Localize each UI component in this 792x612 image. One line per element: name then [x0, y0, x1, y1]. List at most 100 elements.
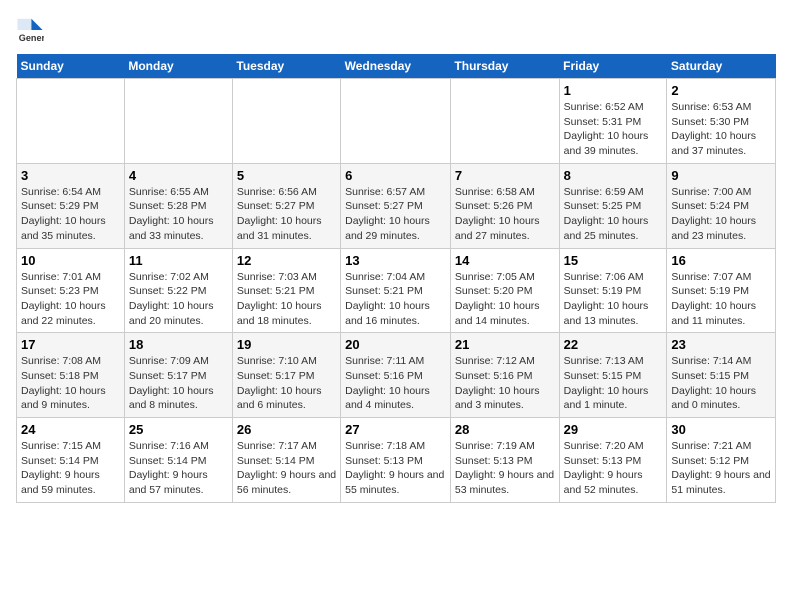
day-info: Sunrise: 7:15 AM Sunset: 5:14 PM Dayligh… — [21, 439, 120, 498]
day-info: Sunrise: 7:02 AM Sunset: 5:22 PM Dayligh… — [129, 270, 228, 329]
day-number: 11 — [129, 253, 228, 268]
day-number: 18 — [129, 337, 228, 352]
day-info: Sunrise: 7:06 AM Sunset: 5:19 PM Dayligh… — [564, 270, 663, 329]
day-number: 21 — [455, 337, 555, 352]
day-number: 22 — [564, 337, 663, 352]
day-info: Sunrise: 6:54 AM Sunset: 5:29 PM Dayligh… — [21, 185, 120, 244]
col-header-wednesday: Wednesday — [341, 54, 451, 79]
day-number: 10 — [21, 253, 120, 268]
logo: General — [16, 16, 48, 44]
day-info: Sunrise: 7:19 AM Sunset: 5:13 PM Dayligh… — [455, 439, 555, 498]
day-info: Sunrise: 7:14 AM Sunset: 5:15 PM Dayligh… — [671, 354, 771, 413]
day-number: 28 — [455, 422, 555, 437]
col-header-friday: Friday — [559, 54, 667, 79]
day-number: 25 — [129, 422, 228, 437]
svg-text:General: General — [19, 33, 44, 43]
day-info: Sunrise: 6:55 AM Sunset: 5:28 PM Dayligh… — [129, 185, 228, 244]
week-row-4: 24 Sunrise: 7:15 AM Sunset: 5:14 PM Dayli… — [17, 418, 776, 503]
day-info: Sunrise: 7:05 AM Sunset: 5:20 PM Dayligh… — [455, 270, 555, 329]
calendar-cell: 23Sunrise: 7:14 AM Sunset: 5:15 PM Dayli… — [667, 333, 776, 418]
day-info: Sunrise: 6:58 AM Sunset: 5:26 PM Dayligh… — [455, 185, 555, 244]
day-number: 12 — [237, 253, 336, 268]
calendar-cell: 27 Sunrise: 7:18 AM Sunset: 5:13 PM Dayli… — [341, 418, 451, 503]
day-number: 17 — [21, 337, 120, 352]
calendar-cell: 29 Sunrise: 7:20 AM Sunset: 5:13 PM Dayli… — [559, 418, 667, 503]
day-info: Sunrise: 7:00 AM Sunset: 5:24 PM Dayligh… — [671, 185, 771, 244]
calendar-cell: 26 Sunrise: 7:17 AM Sunset: 5:14 PM Dayli… — [232, 418, 340, 503]
day-info: Sunrise: 7:08 AM Sunset: 5:18 PM Dayligh… — [21, 354, 120, 413]
day-number: 2 — [671, 83, 771, 98]
calendar-cell: 12 Sunrise: 7:03 AM Sunset: 5:21 PM Dayli… — [232, 248, 340, 333]
day-info: Sunrise: 6:59 AM Sunset: 5:25 PM Dayligh… — [564, 185, 663, 244]
week-row-2: 10Sunrise: 7:01 AM Sunset: 5:23 PM Dayli… — [17, 248, 776, 333]
calendar-cell: 10Sunrise: 7:01 AM Sunset: 5:23 PM Dayli… — [17, 248, 125, 333]
day-number: 13 — [345, 253, 446, 268]
calendar-cell: 18 Sunrise: 7:09 AM Sunset: 5:17 PM Dayli… — [124, 333, 232, 418]
week-row-1: 3 Sunrise: 6:54 AM Sunset: 5:29 PM Daylig… — [17, 163, 776, 248]
day-number: 4 — [129, 168, 228, 183]
day-info: Sunrise: 7:11 AM Sunset: 5:16 PM Dayligh… — [345, 354, 446, 413]
day-info: Sunrise: 6:52 AM Sunset: 5:31 PM Dayligh… — [564, 100, 663, 159]
page-header: General — [16, 16, 776, 44]
col-header-monday: Monday — [124, 54, 232, 79]
day-info: Sunrise: 7:21 AM Sunset: 5:12 PM Dayligh… — [671, 439, 771, 498]
day-number: 26 — [237, 422, 336, 437]
header-row: SundayMondayTuesdayWednesdayThursdayFrid… — [17, 54, 776, 79]
day-number: 15 — [564, 253, 663, 268]
day-number: 5 — [237, 168, 336, 183]
calendar-cell: 1Sunrise: 6:52 AM Sunset: 5:31 PM Daylig… — [559, 79, 667, 164]
calendar-cell: 25 Sunrise: 7:16 AM Sunset: 5:14 PM Dayli… — [124, 418, 232, 503]
day-info: Sunrise: 7:07 AM Sunset: 5:19 PM Dayligh… — [671, 270, 771, 329]
col-header-tuesday: Tuesday — [232, 54, 340, 79]
calendar-cell: 22 Sunrise: 7:13 AM Sunset: 5:15 PM Dayli… — [559, 333, 667, 418]
day-number: 24 — [21, 422, 120, 437]
calendar-cell: 8Sunrise: 6:59 AM Sunset: 5:25 PM Daylig… — [559, 163, 667, 248]
day-info: Sunrise: 6:56 AM Sunset: 5:27 PM Dayligh… — [237, 185, 336, 244]
col-header-sunday: Sunday — [17, 54, 125, 79]
day-info: Sunrise: 7:09 AM Sunset: 5:17 PM Dayligh… — [129, 354, 228, 413]
day-info: Sunrise: 7:13 AM Sunset: 5:15 PM Dayligh… — [564, 354, 663, 413]
day-number: 30 — [671, 422, 771, 437]
calendar-cell — [232, 79, 340, 164]
calendar-cell: 14 Sunrise: 7:05 AM Sunset: 5:20 PM Dayli… — [450, 248, 559, 333]
day-info: Sunrise: 7:10 AM Sunset: 5:17 PM Dayligh… — [237, 354, 336, 413]
calendar-cell: 21Sunrise: 7:12 AM Sunset: 5:16 PM Dayli… — [450, 333, 559, 418]
calendar-cell — [341, 79, 451, 164]
day-number: 19 — [237, 337, 336, 352]
calendar-cell: 13 Sunrise: 7:04 AM Sunset: 5:21 PM Dayli… — [341, 248, 451, 333]
day-number: 29 — [564, 422, 663, 437]
day-info: Sunrise: 7:20 AM Sunset: 5:13 PM Dayligh… — [564, 439, 663, 498]
day-info: Sunrise: 7:18 AM Sunset: 5:13 PM Dayligh… — [345, 439, 446, 498]
col-header-thursday: Thursday — [450, 54, 559, 79]
day-number: 3 — [21, 168, 120, 183]
calendar-cell: 17 Sunrise: 7:08 AM Sunset: 5:18 PM Dayli… — [17, 333, 125, 418]
calendar-cell: 20 Sunrise: 7:11 AM Sunset: 5:16 PM Dayli… — [341, 333, 451, 418]
day-info: Sunrise: 6:53 AM Sunset: 5:30 PM Dayligh… — [671, 100, 771, 159]
calendar-cell: 24 Sunrise: 7:15 AM Sunset: 5:14 PM Dayli… — [17, 418, 125, 503]
week-row-0: 1Sunrise: 6:52 AM Sunset: 5:31 PM Daylig… — [17, 79, 776, 164]
day-info: Sunrise: 7:17 AM Sunset: 5:14 PM Dayligh… — [237, 439, 336, 498]
day-info: Sunrise: 7:16 AM Sunset: 5:14 PM Dayligh… — [129, 439, 228, 498]
day-number: 14 — [455, 253, 555, 268]
calendar-cell: 19 Sunrise: 7:10 AM Sunset: 5:17 PM Dayli… — [232, 333, 340, 418]
logo-icon: General — [16, 16, 44, 44]
calendar-cell: 30 Sunrise: 7:21 AM Sunset: 5:12 PM Dayli… — [667, 418, 776, 503]
week-row-3: 17 Sunrise: 7:08 AM Sunset: 5:18 PM Dayli… — [17, 333, 776, 418]
day-number: 20 — [345, 337, 446, 352]
day-info: Sunrise: 7:04 AM Sunset: 5:21 PM Dayligh… — [345, 270, 446, 329]
calendar-cell — [124, 79, 232, 164]
calendar-cell: 16 Sunrise: 7:07 AM Sunset: 5:19 PM Dayli… — [667, 248, 776, 333]
calendar-cell: 28 Sunrise: 7:19 AM Sunset: 5:13 PM Dayli… — [450, 418, 559, 503]
day-number: 16 — [671, 253, 771, 268]
day-number: 9 — [671, 168, 771, 183]
calendar-cell: 15 Sunrise: 7:06 AM Sunset: 5:19 PM Dayli… — [559, 248, 667, 333]
day-info: Sunrise: 6:57 AM Sunset: 5:27 PM Dayligh… — [345, 185, 446, 244]
calendar-cell: 4 Sunrise: 6:55 AM Sunset: 5:28 PM Daylig… — [124, 163, 232, 248]
calendar-cell: 2 Sunrise: 6:53 AM Sunset: 5:30 PM Daylig… — [667, 79, 776, 164]
calendar-cell — [17, 79, 125, 164]
calendar-cell: 9 Sunrise: 7:00 AM Sunset: 5:24 PM Daylig… — [667, 163, 776, 248]
day-number: 7 — [455, 168, 555, 183]
calendar-cell: 5 Sunrise: 6:56 AM Sunset: 5:27 PM Daylig… — [232, 163, 340, 248]
day-info: Sunrise: 7:03 AM Sunset: 5:21 PM Dayligh… — [237, 270, 336, 329]
day-number: 27 — [345, 422, 446, 437]
